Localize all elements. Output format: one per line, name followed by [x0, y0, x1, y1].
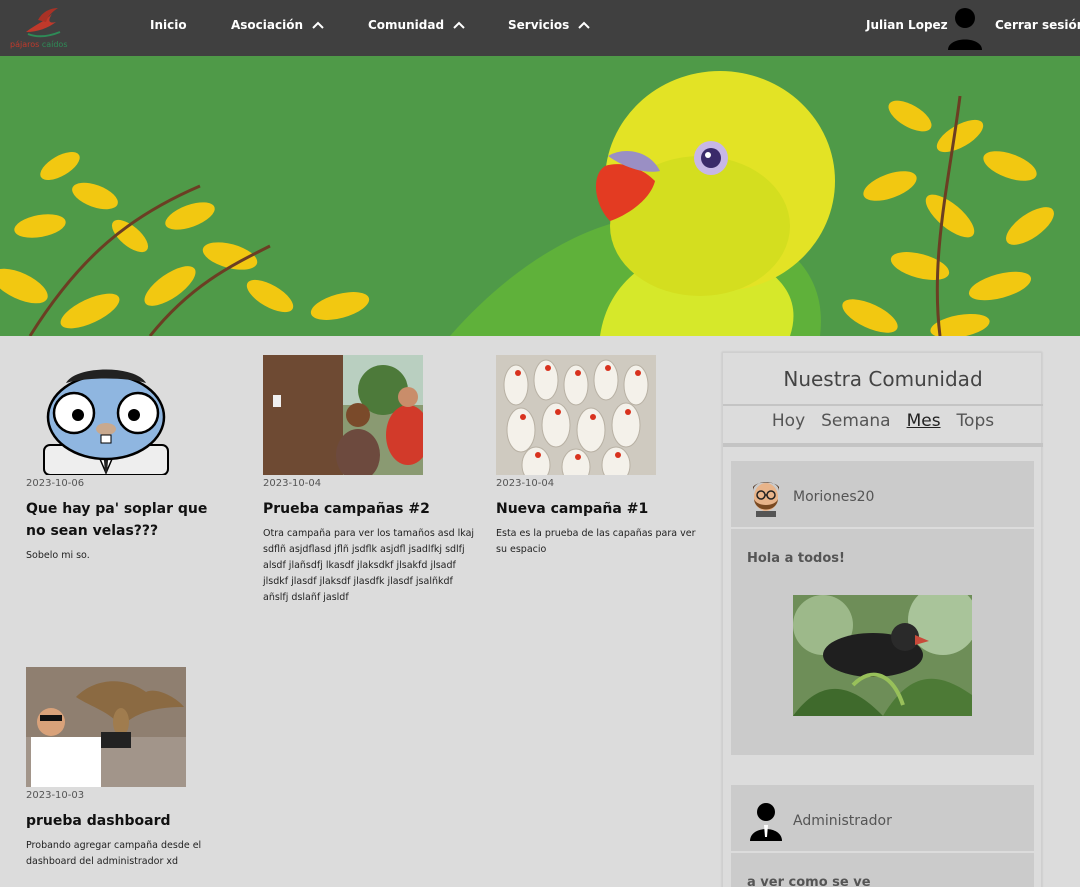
post-text: Hola a todos! — [747, 551, 845, 566]
post-username[interactable]: Moriones20 — [793, 489, 874, 505]
campaign-title[interactable]: Prueba campañas #2 — [263, 498, 478, 520]
post-header: Administrador — [731, 785, 1034, 853]
campaign-date: 2023-10-03 — [26, 790, 85, 801]
campaign-image-chickens[interactable] — [496, 355, 656, 475]
tab-hoy[interactable]: Hoy — [772, 411, 805, 431]
nav-label: Comunidad — [368, 18, 445, 32]
community-panel: Nuestra Comunidad Hoy Semana Mes Tops Mo… — [722, 352, 1043, 887]
nav-item-inicio[interactable]: Inicio — [150, 18, 187, 32]
chevron-up-icon — [453, 21, 465, 29]
campaign-card[interactable]: 2023-10-04 Prueba campañas #2 Otra campa… — [263, 355, 478, 606]
logout-link[interactable]: Cerrar sesión — [995, 18, 1080, 32]
campaign-title[interactable]: Nueva campaña #1 — [496, 498, 696, 520]
campaign-description: Probando agregar campaña desde el dashbo… — [26, 840, 202, 867]
campaign-date: 2023-10-04 — [496, 478, 555, 489]
campaign-image-hawk[interactable] — [26, 667, 186, 787]
current-user-name[interactable]: Julian Lopez — [866, 18, 948, 32]
hero-banner-parrot — [0, 56, 1080, 336]
nav-label: Asociación — [231, 18, 304, 32]
campaign-card[interactable]: 2023-10-06 Que hay pa' soplar que no sea… — [26, 355, 226, 564]
post-username[interactable]: Administrador — [793, 813, 892, 829]
tab-tops[interactable]: Tops — [957, 411, 995, 431]
memoji-avatar-icon[interactable] — [749, 477, 783, 517]
campaign-image-gopher[interactable] — [26, 355, 186, 475]
nav-item-servicios[interactable]: Servicios — [508, 18, 591, 32]
divider — [723, 443, 1043, 447]
brand-logo-text: pájaros caídos — [10, 40, 68, 49]
divider — [723, 404, 1043, 406]
community-tabs: Hoy Semana Mes Tops — [723, 411, 1043, 431]
nav-item-asociacion[interactable]: Asociación — [231, 18, 325, 32]
post-header: Moriones20 — [731, 461, 1034, 529]
bird-logo-icon — [26, 8, 61, 38]
top-navbar: pájaros caídos Inicio Asociación Comunid… — [0, 0, 1080, 56]
campaign-card[interactable]: 2023-10-03 prueba dashboard Probando agr… — [26, 667, 226, 870]
community-post[interactable]: Administrador a ver como se ve — [731, 785, 1034, 887]
brand-logo[interactable]: pájaros caídos — [8, 4, 78, 52]
user-silhouette-icon[interactable] — [749, 801, 783, 841]
post-image-bird[interactable] — [793, 595, 972, 716]
tab-mes[interactable]: Mes — [907, 411, 941, 431]
community-title: Nuestra Comunidad — [783, 367, 983, 391]
nav-label: Inicio — [150, 18, 187, 32]
user-avatar-icon[interactable] — [946, 6, 984, 50]
chevron-up-icon — [312, 21, 324, 29]
post-text: a ver como se ve — [747, 875, 871, 887]
nav-label: Servicios — [508, 18, 570, 32]
campaign-image-protest[interactable] — [263, 355, 423, 475]
campaign-date: 2023-10-06 — [26, 478, 85, 489]
tab-semana[interactable]: Semana — [821, 411, 890, 431]
campaign-title[interactable]: Que hay pa' soplar que no sean velas??? — [26, 498, 226, 542]
campaign-description: Otra campaña para ver los tamaños asd lk… — [263, 528, 475, 603]
chevron-up-icon — [578, 21, 590, 29]
campaign-date: 2023-10-04 — [263, 478, 322, 489]
nav-item-comunidad[interactable]: Comunidad — [368, 18, 466, 32]
campaign-card[interactable]: 2023-10-04 Nueva campaña #1 Esta es la p… — [496, 355, 696, 558]
campaign-description: Esta es la prueba de las capañas para ve… — [496, 528, 696, 555]
community-post[interactable]: Moriones20 Hola a todos! — [731, 461, 1034, 755]
campaign-description: Sobelo mi so. — [26, 550, 90, 561]
campaign-title[interactable]: prueba dashboard — [26, 810, 226, 832]
